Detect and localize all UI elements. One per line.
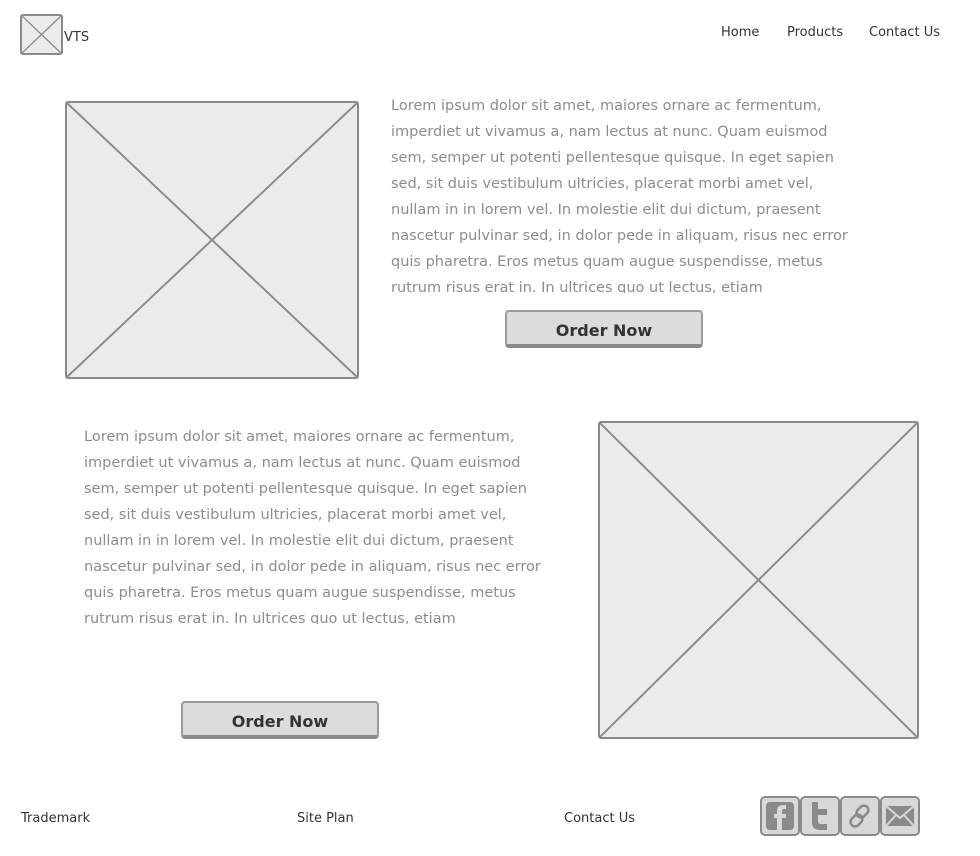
- link-icon[interactable]: [840, 796, 880, 836]
- nav-products[interactable]: Products: [787, 25, 843, 40]
- email-icon[interactable]: [880, 796, 920, 836]
- product-description-1: Lorem ipsum dolor sit amet, maiores orna…: [391, 98, 848, 293]
- facebook-icon[interactable]: [760, 796, 800, 836]
- footer-link-trademark[interactable]: Trademark: [21, 811, 90, 826]
- product-image-placeholder-2: [598, 421, 919, 739]
- footer-link-contact-us[interactable]: Contact Us: [564, 811, 635, 826]
- nav-contact-us[interactable]: Contact Us: [869, 25, 940, 40]
- footer-link-site-plan[interactable]: Site Plan: [297, 811, 354, 826]
- logo-image-placeholder: [20, 14, 63, 55]
- product-description-2: Lorem ipsum dolor sit amet, maiores orna…: [84, 429, 541, 624]
- nav-home[interactable]: Home: [721, 25, 759, 40]
- order-now-button-1[interactable]: Order Now: [505, 310, 703, 348]
- twitter-icon[interactable]: [800, 796, 840, 836]
- product-image-placeholder-1: [65, 101, 359, 379]
- logo-text: VTS: [64, 30, 90, 45]
- order-now-button-2[interactable]: Order Now: [181, 701, 379, 739]
